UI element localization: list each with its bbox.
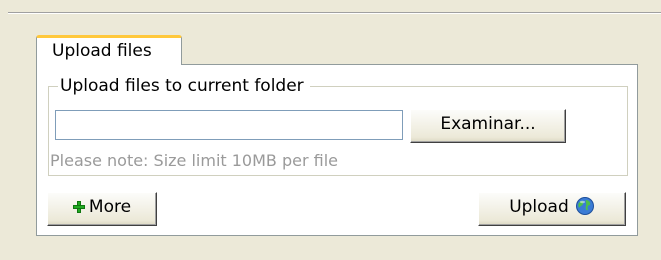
size-limit-note: Please note: Size limit 10MB per file [50,151,338,170]
more-button[interactable]: More [47,192,157,226]
browse-button[interactable]: Examinar... [410,109,566,143]
globe-icon [575,197,594,215]
more-button-label: More [88,197,132,217]
file-path-input[interactable] [55,110,403,140]
browse-button-label: Examinar... [440,114,536,134]
fieldset-legend: Upload files to current folder [58,75,310,97]
tab-label: Upload files [52,41,152,61]
upload-button[interactable]: Upload [478,192,626,226]
upload-button-label: Upload [509,197,569,217]
plus-icon [72,201,85,213]
tab-upload-files[interactable]: Upload files [36,35,182,66]
top-divider [8,12,661,14]
